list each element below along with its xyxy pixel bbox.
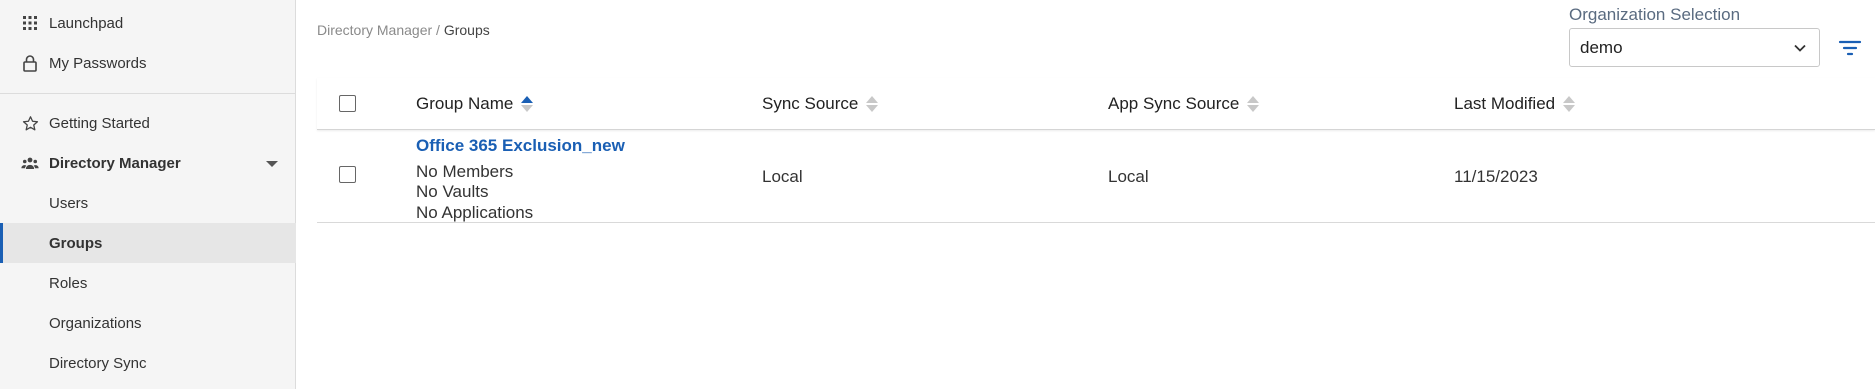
sort-icon[interactable] [1247,96,1260,112]
org-selection-label: Organization Selection [1569,5,1741,24]
sidebar-divider [0,93,296,94]
sidebar-item-users[interactable]: Users [0,183,296,223]
caret-down-icon[interactable] [266,161,278,167]
column-header-sync-source[interactable]: Sync Source [762,78,879,130]
org-selection-dropdown[interactable]: demo [1569,28,1820,67]
row-checkbox[interactable] [339,166,356,183]
sidebar-item-label: Launchpad [49,14,124,32]
last-modified-cell: 11/15/2023 [1454,167,1538,186]
sidebar: Launchpad My Passwords Getting Started D… [0,0,296,389]
group-name-link[interactable]: Office 365 Exclusion_new [416,136,625,156]
breadcrumb-separator: / [432,22,444,38]
column-header-group-name[interactable]: Group Name [416,78,534,130]
app-sync-source-cell: Local [1108,167,1149,186]
sidebar-item-directory-sync[interactable]: Directory Sync [0,343,296,383]
group-members-count: No Members [416,162,514,181]
column-header-label: Sync Source [762,94,859,113]
sidebar-item-my-passwords[interactable]: My Passwords [0,43,296,83]
table-header: Group Name Sync Source App Sync Source L… [317,78,1875,130]
breadcrumb-current: Groups [443,22,490,38]
star-icon [21,114,39,132]
sync-source-cell: Local [762,167,803,186]
sort-ascending-icon[interactable] [521,96,534,112]
column-header-label: Group Name [416,94,514,113]
sidebar-item-label: Groups [49,234,103,252]
sidebar-item-label: Users [49,194,89,212]
column-header-label: Last Modified [1454,94,1556,113]
org-selection-value: demo [1580,37,1623,57]
sidebar-item-label: Roles [49,274,88,292]
table-row: Office 365 Exclusion_new No Members No V… [317,131,1875,223]
sidebar-item-launchpad[interactable]: Launchpad [0,3,296,43]
column-header-label: App Sync Source [1108,94,1240,113]
sort-icon[interactable] [866,96,879,112]
breadcrumb: Directory Manager / Groups [317,22,490,38]
chevron-down-icon [1793,40,1807,60]
breadcrumb-parent[interactable]: Directory Manager [317,22,432,38]
sidebar-item-label: Getting Started [49,114,150,132]
sort-icon[interactable] [1563,96,1576,112]
sidebar-item-roles[interactable]: Roles [0,263,296,303]
column-header-last-modified[interactable]: Last Modified [1454,78,1576,130]
lock-icon [21,54,39,72]
users-icon [21,154,39,172]
grid-icon [21,14,39,32]
column-header-app-sync-source[interactable]: App Sync Source [1108,78,1260,130]
sidebar-item-label: Directory Sync [49,354,147,372]
group-vaults-count: No Vaults [416,182,489,201]
filter-icon[interactable] [1836,36,1864,60]
sidebar-item-groups[interactable]: Groups [0,223,296,263]
group-applications-count: No Applications [416,203,534,222]
select-all-checkbox[interactable] [339,95,356,112]
sidebar-item-label: Directory Manager [49,154,181,172]
sidebar-item-organizations[interactable]: Organizations [0,303,296,343]
sidebar-item-label: My Passwords [49,54,147,72]
sidebar-item-directory-manager[interactable]: Directory Manager [0,143,296,183]
sidebar-item-label: Organizations [49,314,142,332]
sidebar-item-getting-started[interactable]: Getting Started [0,103,296,143]
